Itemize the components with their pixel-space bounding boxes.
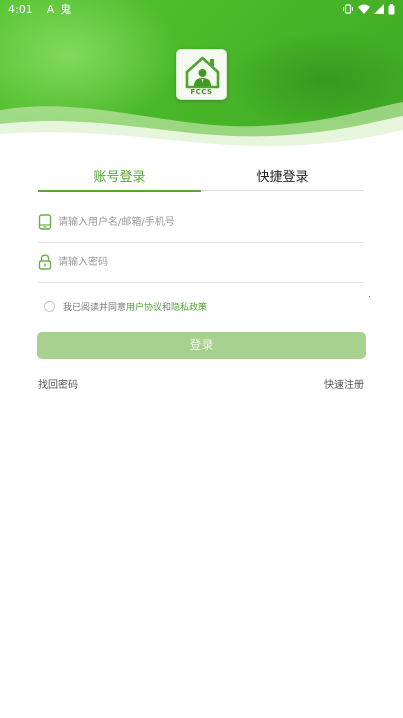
login-tabs: 账号登录 快捷登录 bbox=[38, 168, 364, 192]
privacy-policy-link[interactable]: 隐私政策 bbox=[171, 300, 207, 313]
status-time: 4:01 bbox=[8, 2, 33, 16]
battery-icon bbox=[388, 3, 395, 14]
password-input[interactable] bbox=[58, 249, 358, 275]
tab-account-login[interactable]: 账号登录 bbox=[38, 168, 201, 192]
lock-icon bbox=[38, 254, 52, 270]
agreement-and: 和 bbox=[162, 302, 172, 313]
username-field-row bbox=[38, 203, 364, 243]
agreement-row: 我已阅读并同意 用户协议 和 隐私政策 bbox=[44, 299, 207, 313]
register-link[interactable]: 快速注册 bbox=[324, 376, 364, 391]
phone-icon bbox=[38, 214, 52, 230]
sim-icon: A bbox=[46, 2, 55, 16]
user-agreement-link[interactable]: 用户协议 bbox=[126, 300, 162, 313]
app-logo: FCCS bbox=[176, 49, 227, 100]
status-bar: 4:01 A 鬼 bbox=[0, 0, 403, 18]
vibrate-icon bbox=[343, 4, 353, 14]
stray-dot bbox=[369, 296, 370, 297]
agreement-prefix: 我已阅读并同意 bbox=[63, 302, 127, 313]
logo-text: FCCS bbox=[190, 88, 213, 96]
login-button[interactable]: 登录 bbox=[37, 332, 366, 359]
signal-icon bbox=[374, 4, 384, 14]
app-notification-icon: 鬼 bbox=[60, 3, 72, 16]
forgot-password-link[interactable]: 找回密码 bbox=[38, 376, 78, 391]
password-field-row bbox=[38, 243, 364, 283]
agreement-checkbox[interactable] bbox=[44, 300, 55, 312]
house-user-icon bbox=[185, 56, 220, 89]
username-input[interactable] bbox=[58, 209, 358, 235]
tab-quick-login[interactable]: 快捷登录 bbox=[201, 168, 364, 190]
wifi-icon bbox=[358, 4, 370, 14]
